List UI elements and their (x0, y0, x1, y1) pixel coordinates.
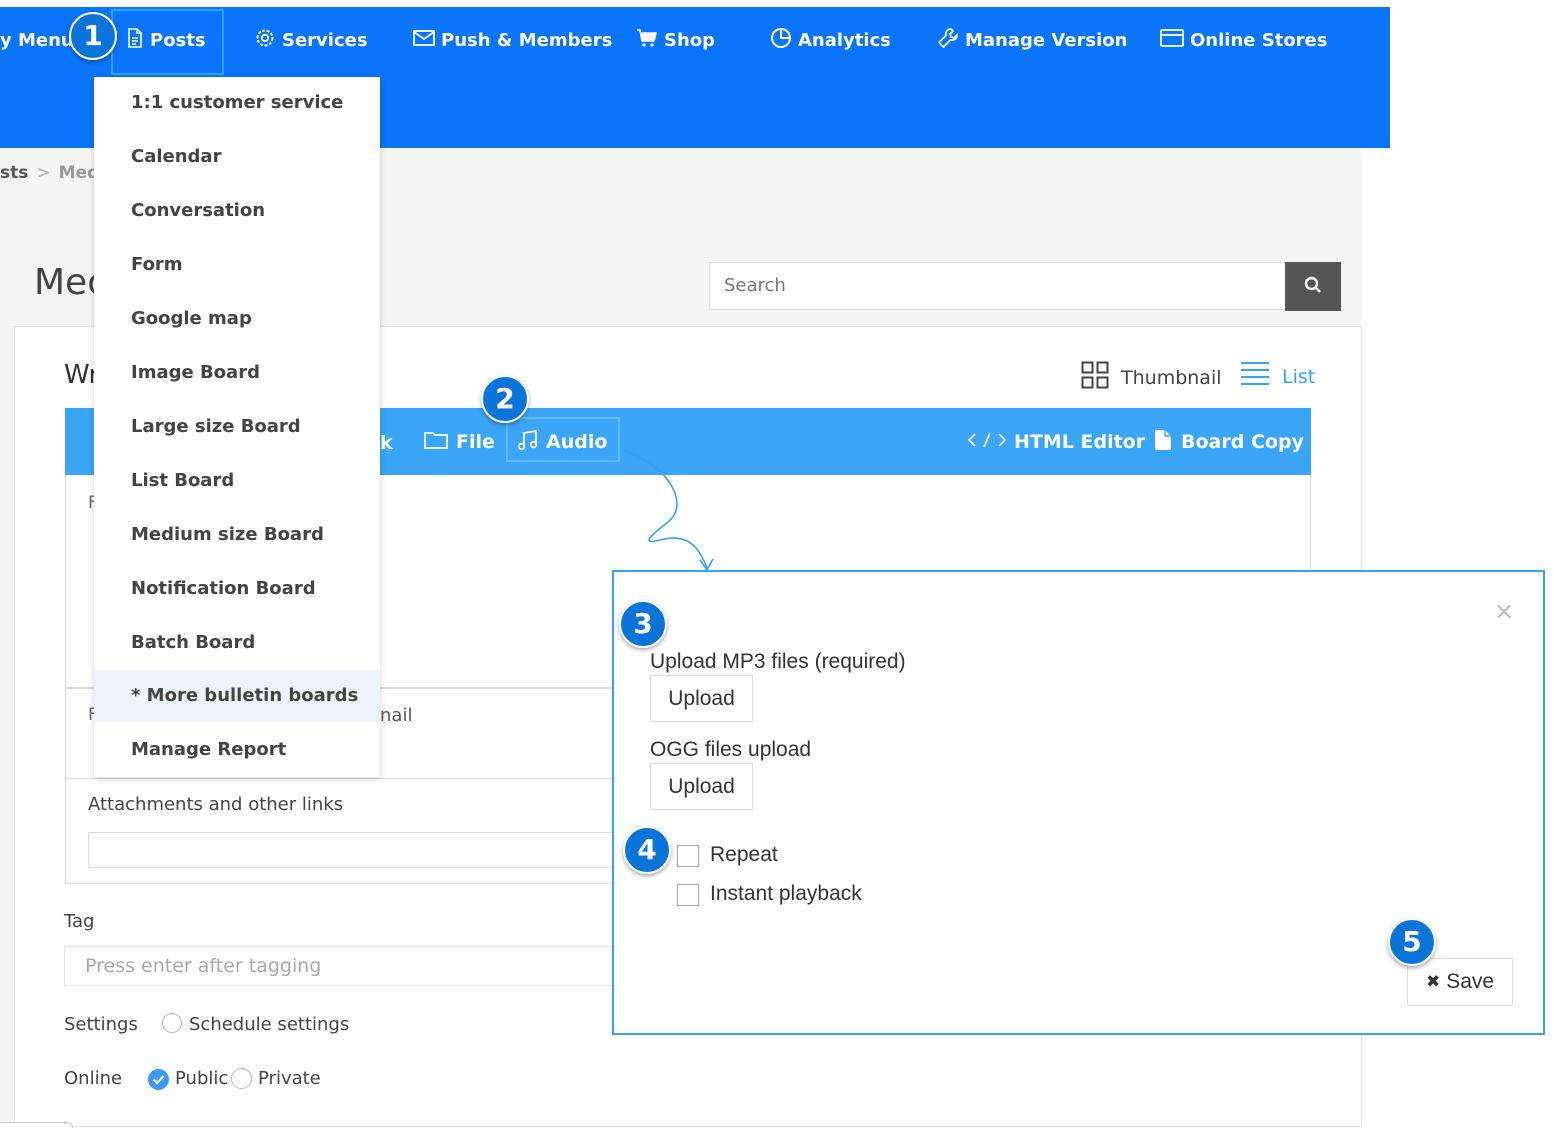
menu-item-medium-size-board[interactable]: Medium size Board (94, 509, 380, 561)
menu-item-more-bulletin-boards[interactable]: * More bulletin boards (94, 670, 380, 722)
wrench-icon (937, 27, 965, 54)
menu-item-google-map[interactable]: Google map (94, 293, 380, 345)
cart-icon (636, 28, 664, 53)
section-divider (65, 778, 625, 779)
step-badge-4: 4 (623, 826, 671, 874)
envelope-icon (413, 29, 441, 52)
view-thumbnail-toggle[interactable]: Thumbnail (1081, 361, 1222, 394)
ogg-upload-button[interactable]: Upload (650, 763, 753, 810)
step-badge-2: 2 (481, 375, 529, 423)
toolbar-board-copy-button[interactable]: Board Copy (1153, 420, 1304, 464)
search-button[interactable] (1285, 262, 1341, 311)
schedule-settings-radio[interactable] (162, 1013, 182, 1033)
pie-chart-icon (770, 27, 798, 54)
card-icon (1160, 28, 1190, 53)
instant-playback-label: Instant playback (710, 882, 862, 905)
menu-item-large-size-board[interactable]: Large size Board (94, 401, 380, 453)
code-icon (967, 431, 1014, 454)
toolbar-html-editor-button[interactable]: HTML Editor (967, 420, 1146, 464)
private-label: Private (258, 1068, 321, 1089)
copy-icon (1153, 428, 1181, 457)
instant-playback-checkbox[interactable] (677, 884, 699, 906)
public-radio[interactable] (148, 1069, 169, 1090)
menu-item-customer-service[interactable]: 1:1 customer service (94, 77, 380, 129)
nav-services-label: Services (282, 29, 368, 51)
save-button-label: Save (1446, 970, 1495, 993)
nav-push-members[interactable]: Push & Members (413, 26, 612, 54)
gear-icon (254, 27, 282, 54)
view-thumbnail-label: Thumbnail (1121, 366, 1222, 389)
repeat-label: Repeat (710, 843, 778, 866)
menu-item-manage-report[interactable]: Manage Report (94, 724, 380, 776)
repeat-checkbox[interactable] (677, 845, 699, 867)
bottom-edge-tab (0, 1122, 73, 1128)
check-icon (152, 1070, 165, 1089)
breadcrumb-separator: > (36, 163, 51, 183)
thumbnail-text-fragment: nail (380, 705, 413, 726)
menu-item-calendar[interactable]: Calendar (94, 131, 380, 183)
settings-label: Settings (64, 1014, 138, 1035)
ogg-upload-label: OGG files upload (650, 738, 812, 761)
menu-item-batch-board[interactable]: Batch Board (94, 617, 380, 669)
tag-input[interactable]: Press enter after tagging (64, 946, 624, 986)
posts-dropdown-menu: 1:1 customer service Calendar Conversati… (94, 77, 380, 777)
view-list-label: List (1282, 365, 1316, 388)
nav-analytics-label: Analytics (798, 29, 891, 51)
nav-push-members-label: Push & Members (441, 29, 613, 51)
music-note-icon (516, 429, 546, 456)
nav-shop-label: Shop (664, 29, 716, 51)
private-radio[interactable] (231, 1068, 252, 1089)
mp3-upload-button[interactable]: Upload (650, 675, 753, 722)
toolbar-audio-button[interactable]: Audio (516, 420, 607, 464)
menu-item-list-board[interactable]: List Board (94, 455, 380, 507)
save-button[interactable]: ✖ Save (1407, 958, 1513, 1006)
nav-manage-version[interactable]: Manage Version (937, 26, 1127, 54)
attachments-input[interactable] (88, 832, 618, 868)
menu-item-image-board[interactable]: Image Board (94, 347, 380, 399)
online-label: Online (64, 1068, 123, 1089)
breadcrumb-posts[interactable]: sts (0, 163, 28, 183)
document-icon (126, 27, 150, 53)
toolbar-link-fragment[interactable]: k (380, 432, 393, 454)
nav-my-menu[interactable]: y Menu (0, 26, 74, 54)
menu-item-notification-board[interactable]: Notification Board (94, 563, 380, 615)
grid-icon (1081, 361, 1109, 394)
toolbar-file-label: File (456, 431, 495, 453)
search-icon (1303, 275, 1323, 299)
attachments-label: Attachments and other links (88, 794, 344, 815)
step-badge-3: 3 (619, 600, 667, 648)
view-list-toggle[interactable]: List (1240, 361, 1315, 392)
nav-analytics[interactable]: Analytics (770, 26, 891, 54)
nav-my-menu-label: y Menu (0, 29, 74, 51)
x-mark-icon: ✖ (1425, 972, 1441, 991)
schedule-settings-label: Schedule settings (189, 1014, 350, 1035)
menu-item-form[interactable]: Form (94, 239, 380, 291)
nav-online-stores-label: Online Stores (1190, 29, 1328, 51)
toolbar-audio-label: Audio (546, 431, 608, 453)
nav-services[interactable]: Services (254, 26, 368, 54)
search-input[interactable]: Search (709, 262, 1286, 310)
list-icon (1240, 361, 1270, 392)
mp3-upload-label: Upload MP3 files (required) (650, 650, 906, 673)
toolbar-board-copy-label: Board Copy (1181, 431, 1304, 453)
menu-item-conversation[interactable]: Conversation (94, 185, 380, 237)
nav-manage-version-label: Manage Version (965, 29, 1128, 51)
toolbar-html-editor-label: HTML Editor (1014, 431, 1146, 453)
breadcrumb: sts > Med (0, 163, 99, 183)
step-badge-1: 1 (69, 12, 117, 60)
nav-posts[interactable]: Posts (126, 26, 206, 54)
nav-online-stores[interactable]: Online Stores (1160, 26, 1327, 54)
folder-icon (424, 430, 456, 455)
nav-shop[interactable]: Shop (636, 26, 715, 54)
public-label: Public (175, 1068, 229, 1089)
close-icon[interactable]: × (1494, 597, 1514, 625)
toolbar-file-button[interactable]: File (424, 420, 495, 464)
step-badge-5: 5 (1388, 918, 1436, 966)
tag-label: Tag (64, 911, 95, 932)
nav-posts-label: Posts (150, 29, 206, 51)
